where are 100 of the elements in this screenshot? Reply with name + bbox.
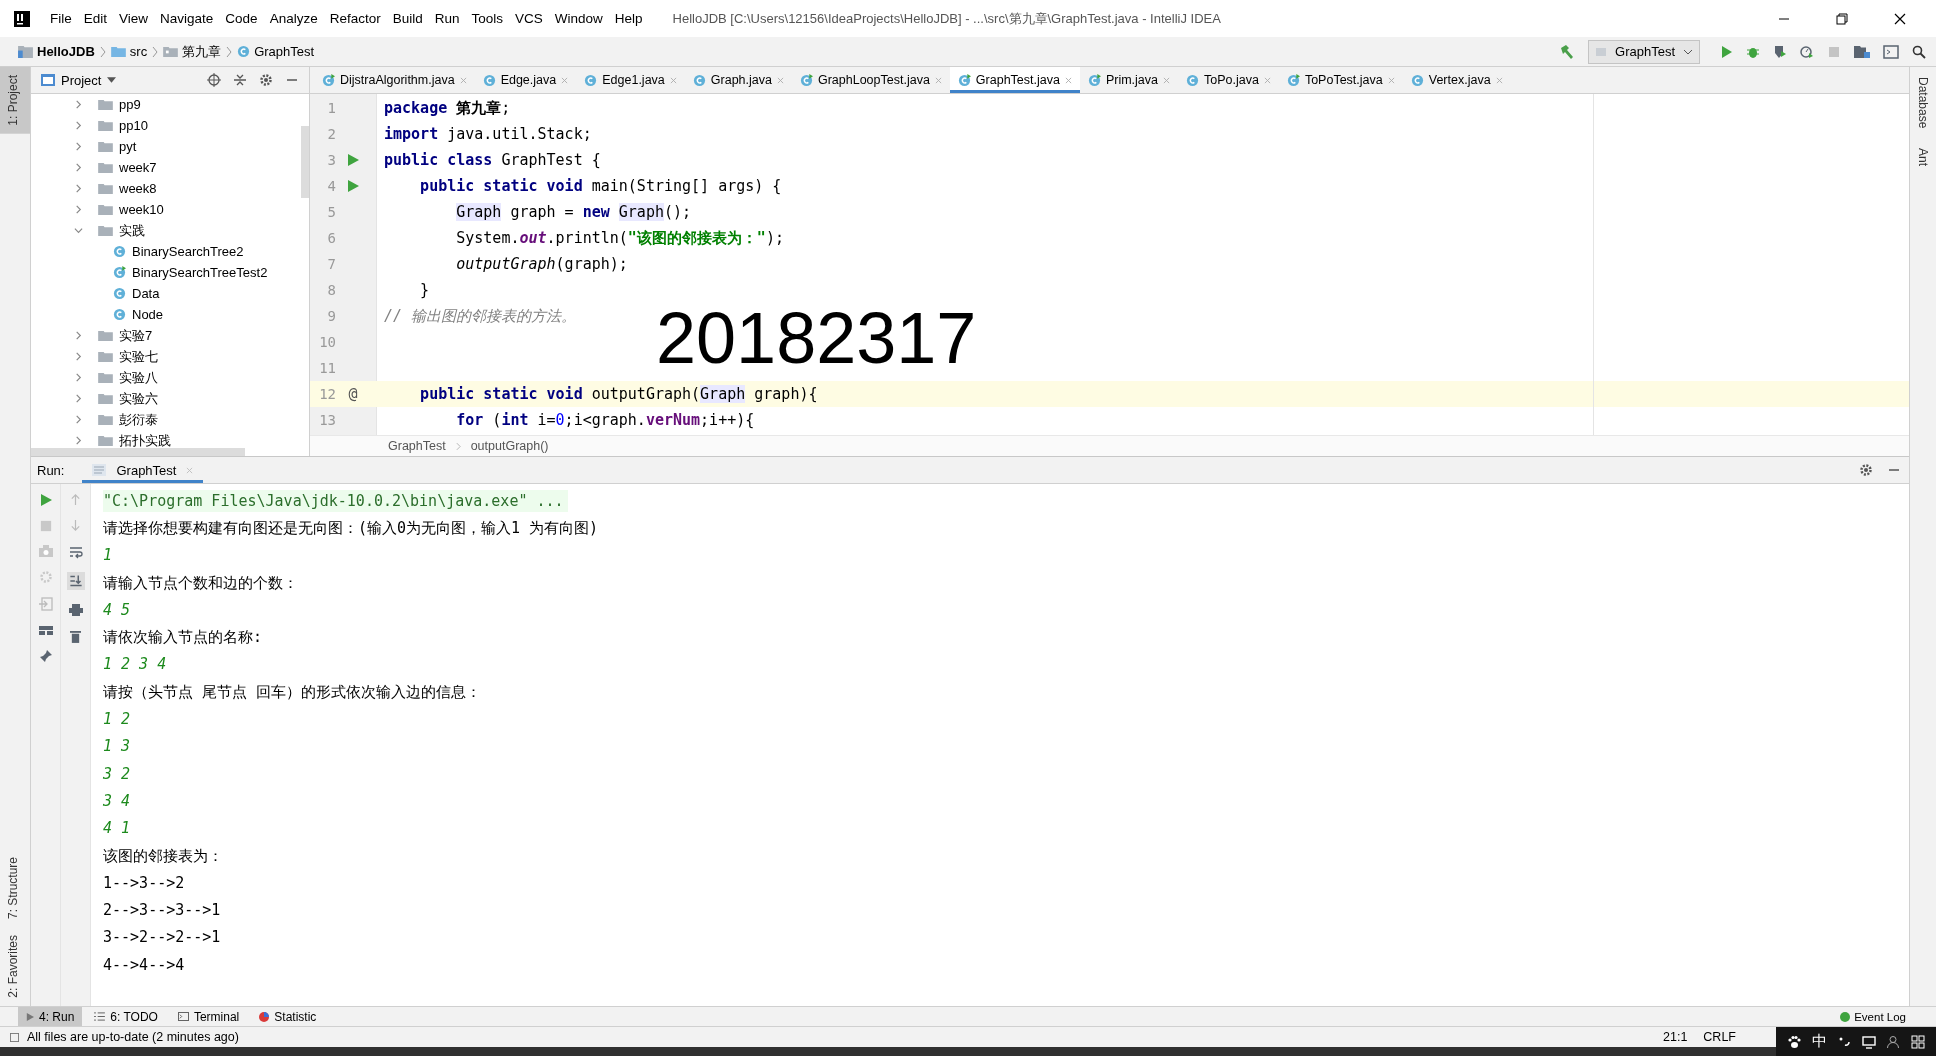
editor-tab[interactable]: GraphLoopTest.java [791, 67, 950, 93]
scroll-to-end-icon[interactable] [66, 572, 85, 590]
line-separator[interactable]: CRLF [1703, 1030, 1736, 1044]
tool-window-tab[interactable]: 6: TODO [86, 1007, 166, 1026]
menu-item[interactable]: Edit [77, 11, 114, 26]
tree-item[interactable]: 实验七 [119, 347, 158, 366]
tool-window-tab[interactable]: 2: Favorites [0, 927, 30, 1006]
print-icon[interactable] [68, 603, 83, 617]
down-arrow-icon[interactable] [70, 519, 81, 532]
folder-icon [98, 225, 113, 236]
implements-marker[interactable]: @ [348, 385, 358, 403]
camera-icon[interactable] [38, 545, 53, 557]
tool-window-tab[interactable]: Statistic [251, 1007, 325, 1026]
tree-item[interactable]: Node [132, 307, 164, 322]
run-icon[interactable] [38, 493, 53, 507]
tool-window-tab[interactable]: Terminal [169, 1007, 248, 1026]
up-arrow-icon[interactable] [70, 493, 81, 506]
tree-item[interactable]: 实验六 [119, 389, 158, 408]
event-log-tab[interactable]: Event Log [1840, 1010, 1906, 1023]
grid-icon[interactable] [1910, 1034, 1925, 1049]
editor-tab[interactable]: Edge.java [474, 67, 577, 93]
restore-icon[interactable] [1836, 12, 1848, 25]
tree-item[interactable]: Data [132, 286, 160, 301]
run-icon[interactable] [347, 180, 359, 192]
tree-item[interactable]: week10 [119, 202, 164, 217]
close-icon[interactable] [1894, 12, 1906, 25]
run-tab[interactable]: GraphTest [82, 457, 204, 483]
tree-item[interactable]: BinarySearchTree2 [132, 244, 244, 259]
user-icon[interactable] [1886, 1034, 1901, 1049]
editor-tab[interactable]: DijstraAlgorithm.java [314, 67, 475, 93]
tool-window-tab[interactable]: 7: Structure [0, 849, 30, 928]
console-line: 1 2 3 4 [103, 654, 168, 676]
scrollbar[interactable] [31, 448, 245, 456]
breadcrumb-item[interactable]: outputGraph() [470, 439, 549, 453]
scrollbar[interactable] [301, 126, 309, 198]
settings-icon[interactable] [1859, 463, 1873, 477]
menu-item[interactable]: Analyze [263, 11, 324, 26]
menu-item[interactable]: Navigate [154, 11, 220, 26]
menu-item[interactable]: Help [608, 11, 649, 26]
run-configuration-dropdown[interactable]: GraphTest [1588, 39, 1700, 64]
menu-item[interactable]: File [44, 11, 78, 26]
tree-item[interactable]: week8 [119, 181, 157, 196]
monitor-icon[interactable] [1861, 1034, 1876, 1049]
target-icon[interactable] [207, 73, 221, 87]
gauge-icon[interactable] [1800, 44, 1814, 59]
menu-item[interactable]: Run [428, 11, 466, 26]
runnable-class-icon [1286, 73, 1300, 87]
status-message: All files are up-to-date (2 minutes ago) [27, 1030, 240, 1044]
tree-item[interactable]: 实验7 [119, 326, 153, 345]
menu-item[interactable]: Refactor [323, 11, 387, 26]
search-icon[interactable] [1912, 44, 1926, 59]
tool-window-tab[interactable]: Ant [1910, 138, 1936, 177]
editor-tab[interactable]: GraphTest.java [949, 67, 1080, 93]
menu-item[interactable]: View [113, 11, 155, 26]
layout-icon[interactable] [38, 624, 53, 636]
collapse-icon[interactable] [233, 73, 247, 87]
panel-toggle-icon[interactable] [10, 1032, 19, 1042]
line-number: 4 [326, 178, 336, 194]
run-icon[interactable] [347, 154, 359, 166]
tool-window-tab[interactable]: 1: Project [0, 67, 30, 134]
project-structure-icon[interactable] [1854, 44, 1870, 59]
cursor-position[interactable]: 21:1 [1663, 1030, 1688, 1044]
editor-tab[interactable]: ToPo.java [1178, 67, 1279, 93]
tree-item[interactable]: week7 [119, 160, 157, 175]
tree-item[interactable]: pp10 [119, 118, 148, 133]
pin-icon[interactable] [38, 649, 53, 663]
terminal-icon [177, 1012, 189, 1021]
hammer-icon[interactable] [1559, 43, 1575, 60]
editor-tab[interactable]: ToPoTest.java [1278, 67, 1403, 93]
run-icon[interactable] [1719, 44, 1733, 59]
menu-item[interactable]: Build [386, 11, 429, 26]
breadcrumb-item[interactable]: GraphTest [388, 439, 446, 453]
paw-icon[interactable] [1787, 1034, 1802, 1049]
tree-item[interactable]: BinarySearchTreeTest2 [132, 265, 268, 280]
window-icon[interactable] [1883, 44, 1899, 59]
editor-tab[interactable]: Vertex.java [1402, 67, 1511, 93]
code-line: outputGraph(graph); [455, 255, 628, 273]
tree-item[interactable]: pyt [119, 139, 137, 154]
settings-icon[interactable] [259, 73, 273, 87]
menu-item[interactable]: VCS [509, 11, 549, 26]
shield-icon[interactable] [1773, 44, 1787, 59]
menu-item[interactable]: Tools [465, 11, 509, 26]
trash-icon[interactable] [70, 630, 81, 643]
editor-tab[interactable]: Prim.java [1079, 67, 1178, 93]
tree-item[interactable]: 实践 [119, 221, 145, 240]
input-method-indicator[interactable]: 中 [1811, 1032, 1827, 1051]
menu-item[interactable]: Code [219, 11, 264, 26]
editor-tab[interactable]: Graph.java [684, 67, 792, 93]
config-icon [1595, 45, 1607, 58]
tree-item[interactable]: 实验八 [119, 368, 158, 387]
tree-item[interactable]: 彭衍泰 [119, 410, 158, 429]
tool-window-tab[interactable]: 4: Run [18, 1007, 83, 1026]
menu-item[interactable]: Window [548, 11, 609, 26]
tree-item[interactable]: pp9 [119, 97, 141, 112]
import-icon[interactable] [38, 597, 53, 611]
project-view-dropdown[interactable]: Project [41, 72, 117, 88]
tool-window-tab[interactable]: Database [1910, 67, 1936, 139]
tree-item[interactable]: 拓扑实践 [119, 431, 171, 450]
wrap-icon[interactable] [68, 545, 83, 559]
editor-tab[interactable]: Edge1.java [576, 67, 685, 93]
